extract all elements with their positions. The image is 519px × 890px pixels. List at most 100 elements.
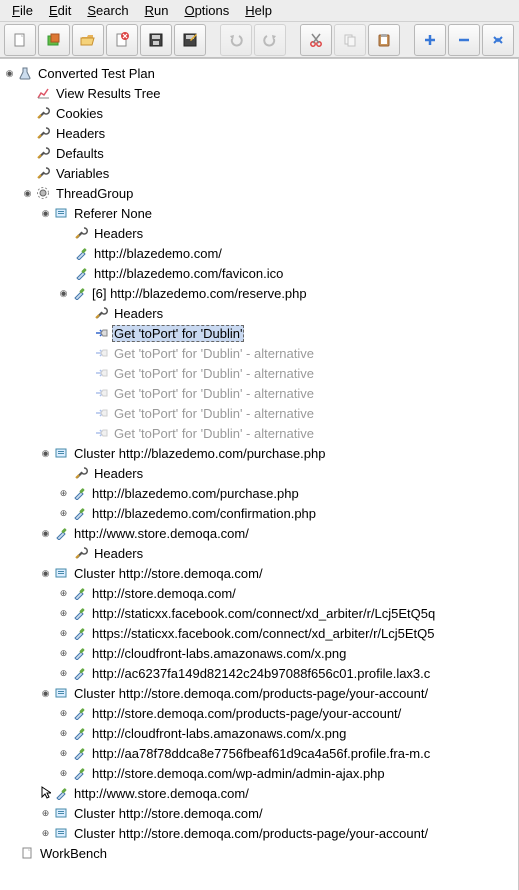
toolbar-toggle-button[interactable] — [482, 24, 514, 56]
toolbar-close-button[interactable] — [106, 24, 138, 56]
arrow-tag-icon — [93, 385, 109, 401]
toolbar-saveas-button[interactable] — [174, 24, 206, 56]
tree-node[interactable]: http://www.store.demoqa.com/ — [4, 783, 518, 803]
tree-node-threadgroup[interactable]: ◉ThreadGroup — [4, 183, 518, 203]
toggle-icon[interactable]: ◉ — [4, 68, 15, 79]
tree-node[interactable]: ◉ http://www.store.demoqa.com/ — [4, 523, 518, 543]
clipboard-icon — [376, 32, 392, 48]
tree-node[interactable]: ·Headers — [4, 123, 518, 143]
tree-node[interactable]: ◉ Cluster http://store.demoqa.com/ — [4, 563, 518, 583]
toggle-icon[interactable]: ◉ — [40, 448, 51, 459]
toggle-icon[interactable]: ⊕ — [58, 728, 69, 739]
toolbar-open-button[interactable] — [72, 24, 104, 56]
toggle-icon[interactable]: ⊕ — [58, 668, 69, 679]
toolbar-save-button[interactable] — [140, 24, 172, 56]
tree-node[interactable]: ⊕ http://store.demoqa.com/ — [4, 583, 518, 603]
menu-edit-label: dit — [58, 3, 72, 18]
pipette-icon — [71, 705, 87, 721]
tree-node[interactable]: ·Cookies — [4, 103, 518, 123]
tree-node[interactable]: ·http://blazedemo.com/ — [4, 243, 518, 263]
toolbar-expand-button[interactable] — [414, 24, 446, 56]
tree-node[interactable]: ·Headers — [4, 543, 518, 563]
tree-node[interactable]: ◉Referer None — [4, 203, 518, 223]
tree: ◉ Converted Test Plan ·View Results Tree… — [0, 59, 518, 883]
tree-node[interactable]: ·http://blazedemo.com/favicon.ico — [4, 263, 518, 283]
cursor-icon[interactable] — [40, 788, 51, 799]
tree-node[interactable]: ⊕Cluster http://store.demoqa.com/product… — [4, 823, 518, 843]
tree-node[interactable]: ·Get 'toPort' for 'Dublin' - alternative — [4, 383, 518, 403]
tree-node[interactable]: ·Get 'toPort' for 'Dublin' - alternative — [4, 343, 518, 363]
tree-node-root[interactable]: ◉ Converted Test Plan — [4, 63, 518, 83]
toolbar-undo-button[interactable] — [220, 24, 252, 56]
tree-node[interactable]: ⊕http://store.demoqa.com/wp-admin/admin-… — [4, 763, 518, 783]
tree-node[interactable]: ⊕http://aa78f78ddca8e7756fbeaf61d9ca4a56… — [4, 743, 518, 763]
tree-node[interactable]: ⊕ http://staticxx.facebook.com/connect/xd… — [4, 603, 518, 623]
tree-node[interactable]: ⊕http://blazedemo.com/purchase.php — [4, 483, 518, 503]
tree-node[interactable]: ⊕http://blazedemo.com/confirmation.php — [4, 503, 518, 523]
toggle-icon[interactable]: ⊕ — [58, 708, 69, 719]
toolbar-templates-button[interactable] — [38, 24, 70, 56]
toggle-icon[interactable]: ◉ — [40, 688, 51, 699]
tree-node[interactable]: ·Get 'toPort' for 'Dublin' - alternative — [4, 423, 518, 443]
menu-help[interactable]: Help — [237, 1, 280, 20]
toolbar-redo-button[interactable] — [254, 24, 286, 56]
toggle-icon[interactable]: ⊕ — [58, 508, 69, 519]
menu-options[interactable]: Options — [176, 1, 237, 20]
tree-label: http://store.demoqa.com/ — [90, 585, 238, 602]
tree-label: http://www.store.demoqa.com/ — [72, 525, 251, 542]
copy-icon — [342, 32, 358, 48]
toggle-icon[interactable]: ⊕ — [58, 588, 69, 599]
tree-node[interactable]: ◉Cluster http://store.demoqa.com/product… — [4, 683, 518, 703]
toolbar-paste-button[interactable] — [368, 24, 400, 56]
tree-node[interactable]: ⊕http://cloudfront-labs.amazonaws.com/x.… — [4, 723, 518, 743]
tree-node[interactable]: ·Headers — [4, 223, 518, 243]
save-icon — [148, 32, 164, 48]
toolbar-copy-button[interactable] — [334, 24, 366, 56]
controller-icon — [53, 685, 69, 701]
toggle-icon[interactable]: ◉ — [22, 188, 33, 199]
menu-edit[interactable]: Edit — [41, 1, 79, 20]
tree-node[interactable]: ⊕Cluster http://store.demoqa.com/ — [4, 803, 518, 823]
toggle-icon[interactable]: ◉ — [40, 208, 51, 219]
toggle-icon[interactable]: ⊕ — [58, 748, 69, 759]
toggle-icon[interactable]: ◉ — [58, 288, 69, 299]
menu-search[interactable]: Search — [79, 1, 136, 20]
tree-pane[interactable]: ◉ Converted Test Plan ·View Results Tree… — [0, 58, 519, 890]
file-icon — [19, 845, 35, 861]
tree-node[interactable]: ·Headers — [4, 463, 518, 483]
toggle-icon[interactable]: ⊕ — [58, 768, 69, 779]
menu-run[interactable]: Run — [137, 1, 177, 20]
tree-node[interactable]: ⊕http://ac6237fa149d82142c24b97088f656c0… — [4, 663, 518, 683]
toggle-icon[interactable]: ⊕ — [40, 828, 51, 839]
tree-node[interactable]: ·View Results Tree — [4, 83, 518, 103]
toggle-icon[interactable]: ⊕ — [58, 628, 69, 639]
tree-label: Get 'toPort' for 'Dublin' - alternative — [112, 365, 316, 382]
tree-label: Get 'toPort' for 'Dublin' - alternative — [112, 405, 316, 422]
tree-node[interactable]: ⊕http://cloudfront-labs.amazonaws.com/x.… — [4, 643, 518, 663]
tree-node[interactable]: ◉Cluster http://blazedemo.com/purchase.p… — [4, 443, 518, 463]
tree-node[interactable]: ◉[6] http://blazedemo.com/reserve.php — [4, 283, 518, 303]
toggle-icon[interactable]: ◉ — [40, 528, 51, 539]
tree-node[interactable]: ·Get 'toPort' for 'Dublin' - alternative — [4, 363, 518, 383]
toggle-icon[interactable]: ⊕ — [58, 488, 69, 499]
toggle-icon[interactable]: ⊕ — [58, 608, 69, 619]
toggle-icon[interactable]: ⊕ — [40, 808, 51, 819]
tree-node[interactable]: ⊕http://store.demoqa.com/products-page/y… — [4, 703, 518, 723]
tree-node[interactable]: ·Get 'toPort' for 'Dublin' - alternative — [4, 403, 518, 423]
tree-node[interactable]: ·Defaults — [4, 143, 518, 163]
tree-node[interactable]: ·Headers — [4, 303, 518, 323]
toolbar-cut-button[interactable] — [300, 24, 332, 56]
pipette-icon — [53, 785, 69, 801]
tree-label: Cluster http://store.demoqa.com/ — [72, 565, 265, 582]
tree-label: Headers — [92, 465, 145, 482]
toggle-icon[interactable]: ◉ — [40, 568, 51, 579]
menu-file[interactable]: File — [4, 1, 41, 20]
toggle-icon[interactable]: ⊕ — [58, 648, 69, 659]
tree-node[interactable]: ⊕https://staticxx.facebook.com/connect/x… — [4, 623, 518, 643]
tree-node-selected[interactable]: ·Get 'toPort' for 'Dublin' — [4, 323, 518, 343]
toolbar-new-button[interactable] — [4, 24, 36, 56]
tree-node-workbench[interactable]: ·WorkBench — [4, 843, 518, 863]
toolbar-collapse-button[interactable] — [448, 24, 480, 56]
tree-label: http://staticxx.facebook.com/connect/xd_… — [90, 605, 437, 622]
tree-node[interactable]: ·Variables — [4, 163, 518, 183]
